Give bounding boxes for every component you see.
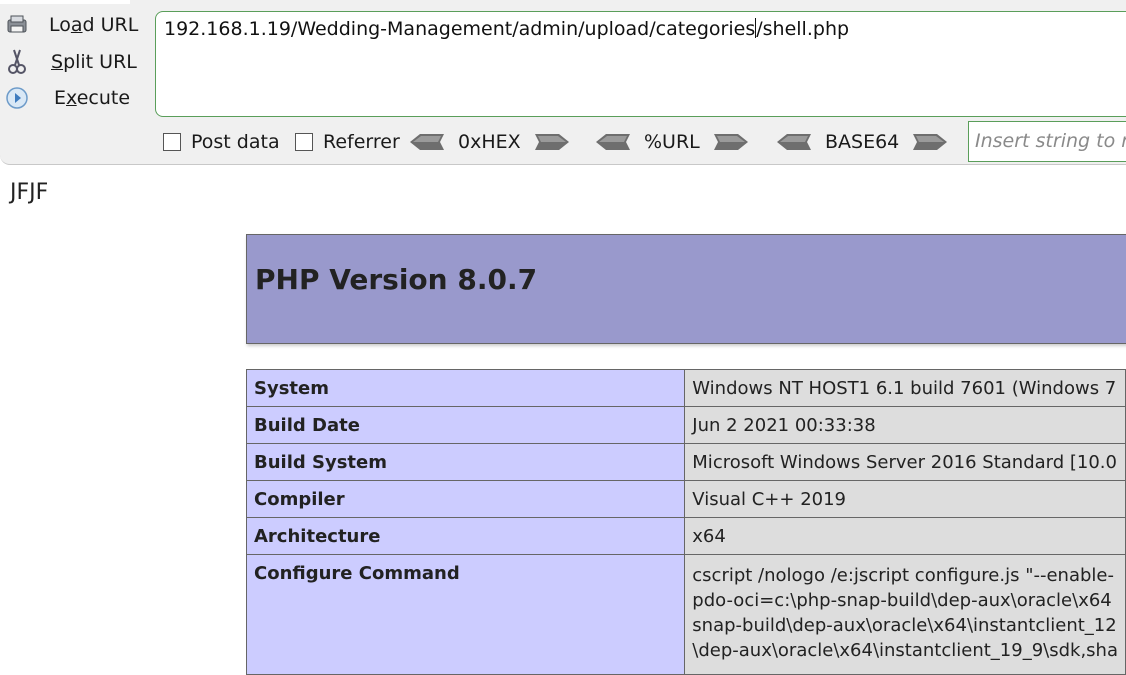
- url-encode-label: %URL: [644, 131, 700, 153]
- scissors-icon: [4, 49, 30, 75]
- base64-encode-arrow-icon[interactable]: [913, 133, 948, 151]
- base64-label: BASE64: [825, 131, 900, 153]
- post-data-option[interactable]: Post data: [163, 131, 280, 153]
- row-value: Visual C++ 2019: [684, 480, 1126, 518]
- tab-strip: [0, 0, 130, 4]
- row-key: Configure Command: [245, 554, 686, 675]
- row-key: Compiler: [245, 480, 686, 518]
- referrer-checkbox[interactable]: [295, 133, 313, 151]
- configure-line: \dep-aux\oracle\x64\instantclient_19_9\s…: [692, 640, 1118, 661]
- row-value: Windows NT HOST1 6.1 build 7601 (Windows…: [684, 369, 1126, 407]
- php-version-header: PHP Version 8.0.7: [246, 234, 1126, 344]
- referrer-label: Referrer: [323, 131, 400, 153]
- php-version-title: PHP Version 8.0.7: [255, 263, 538, 296]
- hex-encoder-group: 0xHEX: [410, 130, 569, 154]
- table-row: Build System Microsoft Windows Server 20…: [245, 443, 1126, 481]
- url-input[interactable]: 192.168.1.19/Wedding-Management/admin/up…: [155, 11, 1126, 117]
- row-value: cscript /nologo /e:jscript configure.js …: [684, 554, 1126, 675]
- execute-button[interactable]: Execute: [4, 83, 144, 113]
- table-row: Configure Command cscript /nologo /e:jsc…: [245, 554, 1126, 675]
- hex-label: 0xHEX: [458, 131, 521, 153]
- row-value: x64: [684, 517, 1126, 555]
- execute-label: Execute: [54, 87, 131, 109]
- phpinfo-table: System Windows NT HOST1 6.1 build 7601 (…: [245, 369, 1126, 675]
- row-key: Build Date: [245, 406, 686, 444]
- hex-decode-arrow-icon[interactable]: [410, 133, 444, 151]
- load-url-button[interactable]: Load URL: [4, 10, 144, 40]
- hex-encode-arrow-icon[interactable]: [534, 133, 569, 151]
- row-key: System: [245, 369, 686, 407]
- load-url-icon: [4, 12, 30, 38]
- hackbar-toolbar: Load URL Split URL Execute 192.168.1.19/…: [0, 0, 1126, 165]
- configure-line: snap-build\dep-aux\oracle\x64\instantcli…: [692, 615, 1117, 636]
- url-encode-arrow-icon[interactable]: [713, 133, 748, 151]
- table-row: Architecture x64: [245, 517, 1126, 555]
- table-row: Compiler Visual C++ 2019: [245, 480, 1126, 518]
- split-url-button[interactable]: Split URL: [4, 47, 144, 77]
- page-output-text: JFJF: [10, 180, 49, 205]
- insert-string-input[interactable]: Insert string to replace: [968, 121, 1126, 162]
- split-url-label: Split URL: [51, 51, 137, 73]
- url-encoder-group: %URL: [596, 130, 748, 154]
- url-decode-arrow-icon[interactable]: [596, 133, 630, 151]
- configure-line: pdo-oci=c:\php-snap-build\dep-aux\oracle…: [692, 590, 1112, 611]
- row-value: Microsoft Windows Server 2016 Standard […: [684, 443, 1126, 481]
- url-text-before-caret: 192.168.1.19/Wedding-Management/admin/up…: [164, 18, 756, 40]
- row-key: Architecture: [245, 517, 686, 555]
- table-row: Build Date Jun 2 2021 00:33:38: [245, 406, 1126, 444]
- load-url-label: Load URL: [49, 14, 139, 36]
- post-data-checkbox[interactable]: [163, 133, 181, 151]
- base64-encoder-group: BASE64: [777, 130, 948, 154]
- url-text-after-caret: /shell.php: [756, 18, 850, 40]
- configure-line: cscript /nologo /e:jscript configure.js …: [692, 565, 1114, 586]
- base64-decode-arrow-icon[interactable]: [777, 133, 811, 151]
- row-value: Jun 2 2021 00:33:38: [684, 406, 1126, 444]
- post-data-label: Post data: [191, 131, 280, 153]
- table-row: System Windows NT HOST1 6.1 build 7601 (…: [245, 369, 1126, 407]
- row-key: Build System: [245, 443, 686, 481]
- play-icon: [4, 85, 30, 111]
- referrer-option[interactable]: Referrer: [295, 131, 400, 153]
